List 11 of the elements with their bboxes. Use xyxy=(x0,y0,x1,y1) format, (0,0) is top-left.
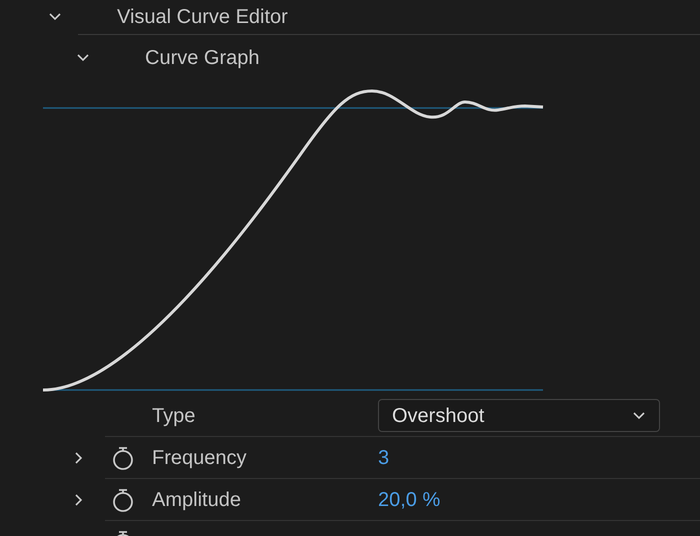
property-value[interactable]: 20,0 % xyxy=(378,484,440,514)
stopwatch-icon[interactable] xyxy=(112,488,134,512)
section-title: Visual Curve Editor xyxy=(117,5,288,30)
property-value[interactable]: 3 xyxy=(378,442,390,472)
section-title: Curve Graph xyxy=(145,46,260,71)
property-label: Amplitude xyxy=(152,488,242,512)
property-label: Type xyxy=(152,404,196,428)
type-dropdown[interactable]: Overshoot xyxy=(378,399,660,432)
property-label: Frequency xyxy=(152,446,248,470)
caret-icon xyxy=(632,410,646,420)
stopwatch-icon[interactable] xyxy=(112,446,134,470)
